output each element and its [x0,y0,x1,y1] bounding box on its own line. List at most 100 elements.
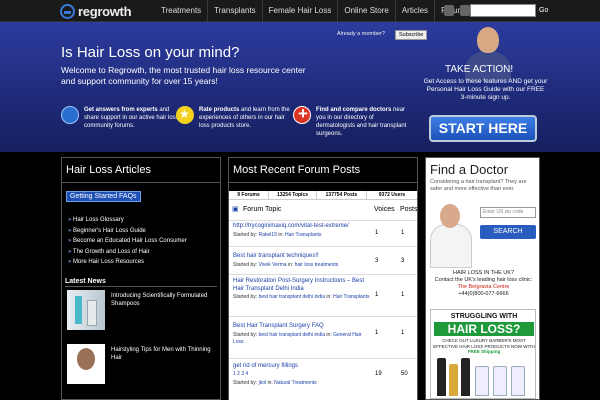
stat-topics: 13254 Topics [269,191,317,199]
take-action-text: Get Access to these features AND get you… [423,78,548,101]
forum-stats: 9 Forums 13254 Topics 137754 Posts 9372 … [229,191,417,200]
col-voices: Voices [374,206,395,213]
started-by-label: Started by: [233,262,258,268]
product-box-icon [511,366,525,396]
nav-articles[interactable]: Articles [394,0,434,22]
main-nav: Treatments Transplants Female Hair Loss … [155,0,474,22]
topic-meta: Started by: jkol in: Natural Treatments [233,380,373,387]
ad-line-1: STRUGGLING WITH [450,313,518,320]
news-item[interactable]: Introducing Scientifically Formulated Sh… [67,290,217,330]
forum-link[interactable]: Hair Transplants [285,232,321,238]
article-link[interactable]: Hair Loss Glossary [68,215,187,226]
take-action-heading: TAKE ACTION! [445,64,514,75]
subscribe-button[interactable]: Subscribe [395,30,428,40]
article-link[interactable]: Become an Educated Hair Loss Consumer [68,236,187,247]
medical-cross-icon [293,104,311,124]
nav-transplants[interactable]: Transplants [207,0,262,22]
forum-table-header: ▣ Forum Topic Voices Posts [229,200,418,220]
table-row: get rid of mercury fillings 1 2 3 4 Star… [229,358,417,398]
cart-icon[interactable] [444,5,454,16]
topic-meta: Started by: Rakel19 in: Hair Transplants [233,232,373,239]
forum-link[interactable]: Natural Treatments [274,380,317,386]
feature-lead: Find and compare doctors [316,107,392,113]
forum-rss-icon[interactable]: ▣ [232,205,239,213]
site-search-input[interactable] [470,4,536,17]
search-go-button[interactable]: Go [539,4,548,17]
hero-title: Is Hair Loss on your mind? [61,44,240,61]
article-link[interactable]: The Growth and Loss of Hair [68,247,187,258]
already-member-text: Already a member? [337,31,385,37]
col-posts: Posts [400,206,418,213]
articles-list: Hair Loss Glossary Beginner's Hair Loss … [68,215,187,268]
start-here-button[interactable]: START HERE [429,115,537,142]
uk-note-title: HAIR LOSS IN THE UK? [452,270,515,276]
zip-code-input[interactable]: Enter US zip code [480,207,536,218]
nav-online-store[interactable]: Online Store [337,0,394,22]
feature-lead: Get answers from experts [84,107,158,113]
nav-female-hair-loss[interactable]: Female Hair Loss [261,0,338,22]
regrowth-logo[interactable]: regrowth [60,3,132,19]
topic-meta: Started by: Vivek Verma in: hair loss tr… [233,262,373,269]
voices-count: 1 [375,292,379,298]
feature-products[interactable]: Rate products and learn from the experie… [176,106,294,130]
shampoo-thumbnail [67,290,105,330]
lock-icon[interactable] [460,5,470,16]
author-link[interactable]: best hair transplant delhi india [259,332,325,338]
uk-note-body: Contact the UK's leading hair loss clini… [434,277,533,283]
top-icons [444,5,470,16]
in-label: in: [326,332,332,338]
voices-count: 1 [375,330,379,336]
forum-link[interactable]: hair loss treatments [295,262,339,268]
feature-forums[interactable]: Get answers from experts and share suppo… [61,106,179,130]
voices-count: 3 [375,258,379,264]
author-link[interactable]: Rakel19 [259,232,277,238]
author-link[interactable]: jkol [259,380,267,386]
hero-banner: Is Hair Loss on your mind? Welcome to Re… [0,22,600,152]
topic-pages[interactable]: 1 2 3 4 [233,371,368,379]
author-link[interactable]: Vivek Verma [259,262,287,268]
started-by-label: Started by: [233,232,258,238]
topic-link[interactable]: get rid of mercury fillings [233,363,368,371]
topic-meta: Started by: best hair transplant delhi i… [233,294,373,301]
topic-link[interactable]: Best hair transplant techniques!! [233,253,368,261]
article-link[interactable]: More Hair Loss Resources [68,257,187,268]
author-link[interactable]: best hair transplant delhi india [259,294,325,300]
forum-panel: Most Recent Forum Posts 9 Forums 13254 T… [228,157,418,400]
product-box-icon [475,366,489,396]
getting-started-faqs-link[interactable]: Getting Started FAQs [66,191,141,202]
posts-count: 1 [401,292,405,298]
news-title[interactable]: Hairstyling Tips for Men with Thinning H… [111,344,217,384]
logo-text: regrowth [78,3,132,19]
started-by-label: Started by: [233,380,258,386]
topic-link[interactable]: Hair Restoration Post-Surgery Instructio… [233,278,368,293]
stat-posts: 137754 Posts [317,191,367,199]
news-item[interactable]: Hairstyling Tips for Men with Thinning H… [67,344,217,384]
doctor-search-button[interactable]: SEARCH [480,225,536,239]
stat-forums: 9 Forums [229,191,269,199]
forum-table-body: http://trycoginimaxiq.com/vital-test-ext… [229,220,417,400]
voices-count: 1 [375,230,379,236]
latest-news-heading: Latest News [65,278,217,287]
feature-lead: Rate products [199,107,240,113]
hair-loss-ad[interactable]: STRUGGLING WITH HAIR LOSS? CHECK OUT LUX… [430,309,536,399]
doctor-image [426,198,476,268]
in-label: in: [287,262,294,268]
topic-link[interactable]: Best Hair Transplant Surgery FAQ [233,323,368,331]
ad-line-2: HAIR LOSS? [434,322,534,336]
feature-doctors[interactable]: Find and compare doctors near you in our… [293,104,411,138]
table-row: Best hair transplant techniques!! Starte… [229,246,417,274]
man-thumbnail [67,344,105,384]
article-link[interactable]: Beginner's Hair Loss Guide [68,226,187,237]
in-label: in: [278,232,284,238]
product-bottle-icon [461,358,470,396]
articles-heading: Hair Loss Articles [62,158,220,183]
news-title[interactable]: Introducing Scientifically Formulated Sh… [111,290,217,330]
topic-link[interactable]: http://trycoginimaxiq.com/vital-test-ext… [233,223,368,231]
clinic-link[interactable]: The Belgravia Centre [426,284,541,291]
nav-treatments[interactable]: Treatments [155,0,207,22]
posts-count: 1 [401,230,405,236]
in-label: in: [326,294,332,300]
uk-clinic-note: HAIR LOSS IN THE UK? Contact the UK's le… [426,270,541,298]
posts-count: 1 [401,330,405,336]
forum-link[interactable]: Hair Transplants [333,294,369,300]
